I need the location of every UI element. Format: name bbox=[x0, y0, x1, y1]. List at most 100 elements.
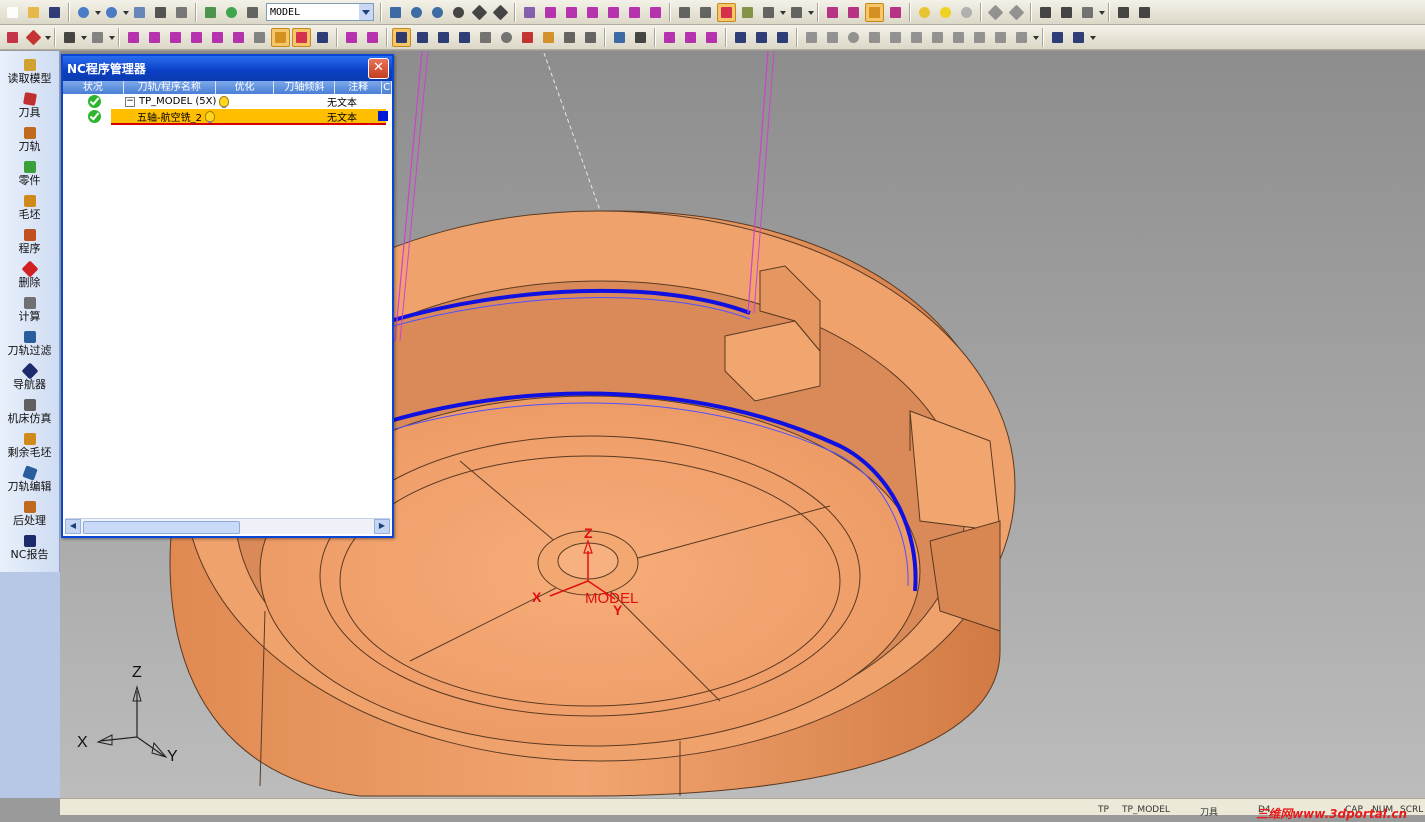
boundary-collision-icon[interactable] bbox=[250, 28, 269, 47]
sidebar-item-navigator[interactable]: 导航器 bbox=[0, 357, 59, 391]
sheet-icon[interactable] bbox=[560, 28, 579, 47]
light-bulb-icon[interactable] bbox=[219, 96, 230, 108]
part-display-icon[interactable] bbox=[886, 3, 905, 22]
sidebar-item-toolpath-edit[interactable]: 刀轨编辑 bbox=[0, 459, 59, 493]
sidebar-item-calculate[interactable]: 计算 bbox=[0, 289, 59, 323]
shaded-icon[interactable] bbox=[738, 3, 757, 22]
boundary-shallow-icon[interactable] bbox=[187, 28, 206, 47]
close-button[interactable]: ✕ bbox=[368, 58, 389, 79]
rapid-move-icon[interactable] bbox=[434, 28, 453, 47]
xyz-icon[interactable] bbox=[1012, 28, 1031, 47]
wireframe-icon[interactable] bbox=[717, 2, 736, 22]
column-header-status[interactable]: 状况 bbox=[63, 81, 124, 94]
collapse-toggle[interactable]: − bbox=[125, 96, 135, 107]
workplane-icon[interactable] bbox=[201, 3, 220, 22]
redo-icon[interactable] bbox=[102, 3, 121, 22]
pick-icon[interactable] bbox=[88, 28, 107, 47]
block-icon[interactable] bbox=[539, 28, 558, 47]
cut-icon[interactable] bbox=[928, 28, 947, 47]
new-file-icon[interactable] bbox=[3, 3, 22, 22]
zoom-box-icon[interactable] bbox=[428, 3, 447, 22]
zoom-icon[interactable] bbox=[449, 3, 468, 22]
nc-program-icon[interactable] bbox=[3, 28, 22, 47]
rotate-view-icon[interactable] bbox=[491, 3, 510, 22]
transform-icon[interactable] bbox=[731, 28, 750, 47]
light-off-icon[interactable] bbox=[957, 3, 976, 22]
open-folder-icon[interactable] bbox=[24, 3, 43, 22]
sidebar-item-tool[interactable]: 刀具 bbox=[0, 85, 59, 119]
column-header-name[interactable]: 刀轨/程序名称 bbox=[124, 81, 216, 94]
display-mode-icon[interactable] bbox=[787, 3, 806, 22]
view-right-icon[interactable] bbox=[604, 3, 623, 22]
measure-icon[interactable] bbox=[1036, 3, 1055, 22]
sidebar-item-machine-simulation[interactable]: 机床仿真 bbox=[0, 391, 59, 425]
table-icon[interactable] bbox=[455, 28, 474, 47]
model-tree-icon[interactable] bbox=[243, 3, 262, 22]
trim-icon[interactable] bbox=[907, 28, 926, 47]
table-row[interactable]: − TP_MODEL (5X) 无文本 bbox=[63, 94, 392, 109]
curve-icon[interactable] bbox=[631, 28, 650, 47]
fillet-icon[interactable] bbox=[970, 28, 989, 47]
box-icon[interactable] bbox=[991, 28, 1010, 47]
sketch-icon[interactable] bbox=[610, 28, 629, 47]
nc-window-titlebar[interactable]: NC程序管理器 ✕ bbox=[63, 56, 392, 81]
hidden-line-icon[interactable] bbox=[696, 3, 715, 22]
zoom-all-icon[interactable] bbox=[386, 3, 405, 22]
polyline-icon[interactable] bbox=[823, 28, 842, 47]
table-row-selected[interactable]: 五轴-航空铣_2 无文本 bbox=[63, 109, 392, 125]
help-icon[interactable] bbox=[476, 28, 495, 47]
section-icon[interactable] bbox=[823, 3, 842, 22]
forward-arrow-icon[interactable] bbox=[1007, 3, 1026, 22]
strategy-icon[interactable] bbox=[392, 27, 411, 47]
view-front-icon[interactable] bbox=[541, 3, 560, 22]
sidebar-item-post-process[interactable]: 后处理 bbox=[0, 493, 59, 527]
scroll-left-icon[interactable]: ◀ bbox=[65, 519, 81, 534]
sidebar-item-remaining-stock[interactable]: 剩余毛坯 bbox=[0, 425, 59, 459]
feed-rate-icon[interactable] bbox=[363, 28, 382, 47]
column-header-tool-axis-tilt[interactable]: 刀轴倾斜 bbox=[274, 81, 336, 94]
section-plane-icon[interactable] bbox=[844, 3, 863, 22]
feed-icon[interactable] bbox=[1069, 28, 1088, 47]
settings-icon[interactable] bbox=[1078, 3, 1097, 22]
select-icon[interactable] bbox=[60, 28, 79, 47]
pattern-list-icon[interactable] bbox=[313, 28, 332, 47]
light-bulb-icon[interactable] bbox=[204, 111, 215, 123]
leads-links-icon[interactable] bbox=[342, 28, 361, 47]
axis-icon[interactable] bbox=[752, 28, 771, 47]
offset-icon[interactable] bbox=[886, 28, 905, 47]
arc-icon[interactable] bbox=[865, 28, 884, 47]
undo-icon[interactable] bbox=[74, 3, 93, 22]
workplane-toolbar-icon[interactable] bbox=[518, 28, 537, 47]
scroll-track[interactable] bbox=[81, 520, 374, 534]
toolbar-icon-a[interactable] bbox=[1114, 3, 1133, 22]
view-bottom-icon[interactable] bbox=[646, 3, 665, 22]
save-icon[interactable] bbox=[45, 3, 64, 22]
boundary-selected-icon[interactable] bbox=[208, 28, 227, 47]
boundary-block-icon[interactable] bbox=[145, 28, 164, 47]
levels-icon[interactable] bbox=[581, 28, 600, 47]
transparent-icon[interactable] bbox=[759, 3, 778, 22]
column-header-note[interactable]: 注释 bbox=[335, 81, 383, 94]
stock-display-icon[interactable] bbox=[865, 2, 884, 22]
boundary-rest-icon[interactable] bbox=[166, 28, 185, 47]
toolbar-icon-b[interactable] bbox=[1135, 3, 1154, 22]
light-on-icon[interactable] bbox=[936, 3, 955, 22]
boundary-active-icon[interactable] bbox=[271, 27, 290, 47]
nc-program-manager-window[interactable]: NC程序管理器 ✕ 状况 刀轨/程序名称 优化 刀轴倾斜 注释 C − TP_M… bbox=[61, 54, 394, 538]
view-iso-icon[interactable] bbox=[520, 3, 539, 22]
horizontal-scrollbar[interactable]: ◀ ▶ bbox=[65, 518, 390, 534]
dimension-icon[interactable] bbox=[1057, 3, 1076, 22]
sidebar-item-read-model[interactable]: 读取模型 bbox=[0, 51, 59, 85]
column-header-c[interactable]: C bbox=[382, 81, 392, 94]
tool-database-icon[interactable] bbox=[413, 28, 432, 47]
pattern-edit-icon[interactable] bbox=[660, 28, 679, 47]
boundary-icon[interactable] bbox=[124, 28, 143, 47]
back-arrow-icon[interactable] bbox=[986, 3, 1005, 22]
view-back-icon[interactable] bbox=[562, 3, 581, 22]
circle-icon[interactable] bbox=[844, 28, 863, 47]
scroll-right-icon[interactable]: ▶ bbox=[374, 519, 390, 534]
view-top-icon[interactable] bbox=[625, 3, 644, 22]
light-bulb-icon[interactable] bbox=[915, 3, 934, 22]
sidebar-item-program[interactable]: 程序 bbox=[0, 221, 59, 255]
axis-align-icon[interactable] bbox=[773, 28, 792, 47]
